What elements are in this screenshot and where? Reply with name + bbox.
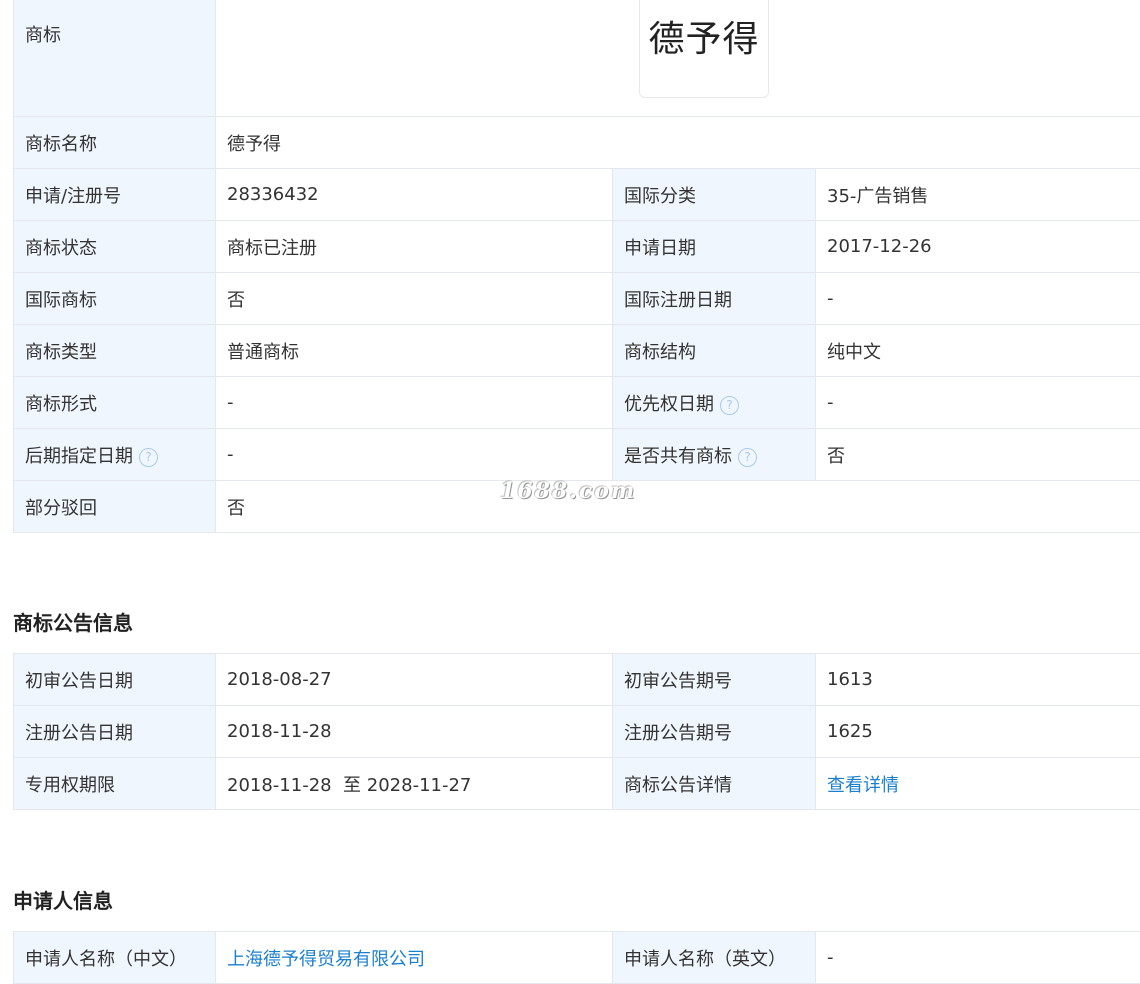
- table-row: 申请人名称（中文） 上海德予得贸易有限公司 申请人名称（英文） -: [14, 932, 1140, 984]
- field-value: 2018-11-28 至 2028-11-27: [216, 758, 613, 810]
- field-label: 商标结构: [613, 325, 816, 377]
- field-label: 专用权期限: [14, 758, 216, 810]
- announcement-section-title: 商标公告信息: [13, 607, 133, 636]
- field-value: 2017-12-26: [816, 221, 1140, 273]
- help-icon[interactable]: ?: [139, 448, 158, 467]
- field-label: 注册公告期号: [613, 706, 816, 758]
- announcement-info-table: 初审公告日期 2018-08-27 初审公告期号 1613 注册公告日期 201…: [13, 653, 1140, 810]
- table-row: 商标名称 德予得: [14, 117, 1140, 169]
- logo-label: 商标: [14, 0, 216, 117]
- trademark-info-table: 商标 德予得 商标名称 德予得 申请/注册号 28336432 国际分类 35-…: [13, 0, 1140, 533]
- field-label: 申请人名称（中文）: [14, 932, 216, 984]
- field-label: 注册公告日期: [14, 706, 216, 758]
- field-label: 优先权日期: [624, 394, 714, 415]
- applicant-name-link[interactable]: 上海德予得贸易有限公司: [227, 949, 425, 970]
- field-value: 2018-08-27: [216, 654, 613, 706]
- table-row: 注册公告日期 2018-11-28 注册公告期号 1625: [14, 706, 1140, 758]
- table-row: 国际商标 否 国际注册日期 -: [14, 273, 1140, 325]
- field-label: 是否共有商标: [624, 446, 732, 467]
- field-value: 35-广告销售: [816, 169, 1140, 221]
- field-value: -: [816, 273, 1140, 325]
- field-label: 初审公告日期: [14, 654, 216, 706]
- field-value: -: [816, 377, 1140, 429]
- field-label: 国际注册日期: [613, 273, 816, 325]
- field-value: 1613: [816, 654, 1140, 706]
- field-value: 德予得: [216, 117, 1140, 169]
- field-label: 商标形式: [14, 377, 216, 429]
- later-designation-label-cell: 后期指定日期?: [14, 429, 216, 481]
- field-value: 普通商标: [216, 325, 613, 377]
- field-value: 否: [816, 429, 1140, 481]
- field-value: 1625: [816, 706, 1140, 758]
- logo-cell: 德予得: [216, 0, 1140, 117]
- trademark-logo-text: 德予得: [648, 10, 759, 62]
- field-label: 申请人名称（英文）: [613, 932, 816, 984]
- field-label: 初审公告期号: [613, 654, 816, 706]
- help-icon[interactable]: ?: [720, 396, 739, 415]
- field-value: 2018-11-28: [216, 706, 613, 758]
- table-row: 商标形式 - 优先权日期? -: [14, 377, 1140, 429]
- applicant-info-table: 申请人名称（中文） 上海德予得贸易有限公司 申请人名称（英文） -: [13, 931, 1140, 984]
- table-row: 商标状态 商标已注册 申请日期 2017-12-26: [14, 221, 1140, 273]
- field-label: 部分驳回: [14, 481, 216, 533]
- field-value: 28336432: [216, 169, 613, 221]
- field-value: 否: [216, 273, 613, 325]
- trademark-logo-image[interactable]: 德予得: [639, 0, 769, 98]
- field-label: 申请日期: [613, 221, 816, 273]
- field-value: -: [216, 429, 613, 481]
- field-label: 商标名称: [14, 117, 216, 169]
- table-row: 后期指定日期? - 是否共有商标? 否: [14, 429, 1140, 481]
- announcement-detail-cell: 查看详情: [816, 758, 1140, 810]
- view-details-link[interactable]: 查看详情: [827, 775, 899, 796]
- table-row: 商标 德予得: [14, 0, 1140, 117]
- applicant-name-cell: 上海德予得贸易有限公司: [216, 932, 613, 984]
- table-row: 部分驳回 否: [14, 481, 1140, 533]
- table-row: 初审公告日期 2018-08-27 初审公告期号 1613: [14, 654, 1140, 706]
- field-label: 商标类型: [14, 325, 216, 377]
- table-row: 申请/注册号 28336432 国际分类 35-广告销售: [14, 169, 1140, 221]
- field-label: 国际商标: [14, 273, 216, 325]
- field-label: 国际分类: [613, 169, 816, 221]
- co-owned-label-cell: 是否共有商标?: [613, 429, 816, 481]
- field-label: 商标状态: [14, 221, 216, 273]
- field-label: 后期指定日期: [25, 446, 133, 467]
- table-row: 专用权期限 2018-11-28 至 2028-11-27 商标公告详情 查看详…: [14, 758, 1140, 810]
- field-label: 商标公告详情: [613, 758, 816, 810]
- field-value: 否: [216, 481, 1140, 533]
- field-value: 商标已注册: [216, 221, 613, 273]
- priority-date-label-cell: 优先权日期?: [613, 377, 816, 429]
- field-value: 纯中文: [816, 325, 1140, 377]
- field-label: 申请/注册号: [14, 169, 216, 221]
- help-icon[interactable]: ?: [738, 448, 757, 467]
- table-row: 商标类型 普通商标 商标结构 纯中文: [14, 325, 1140, 377]
- field-value: -: [816, 932, 1140, 984]
- applicant-section-title: 申请人信息: [13, 885, 113, 914]
- field-value: -: [216, 377, 613, 429]
